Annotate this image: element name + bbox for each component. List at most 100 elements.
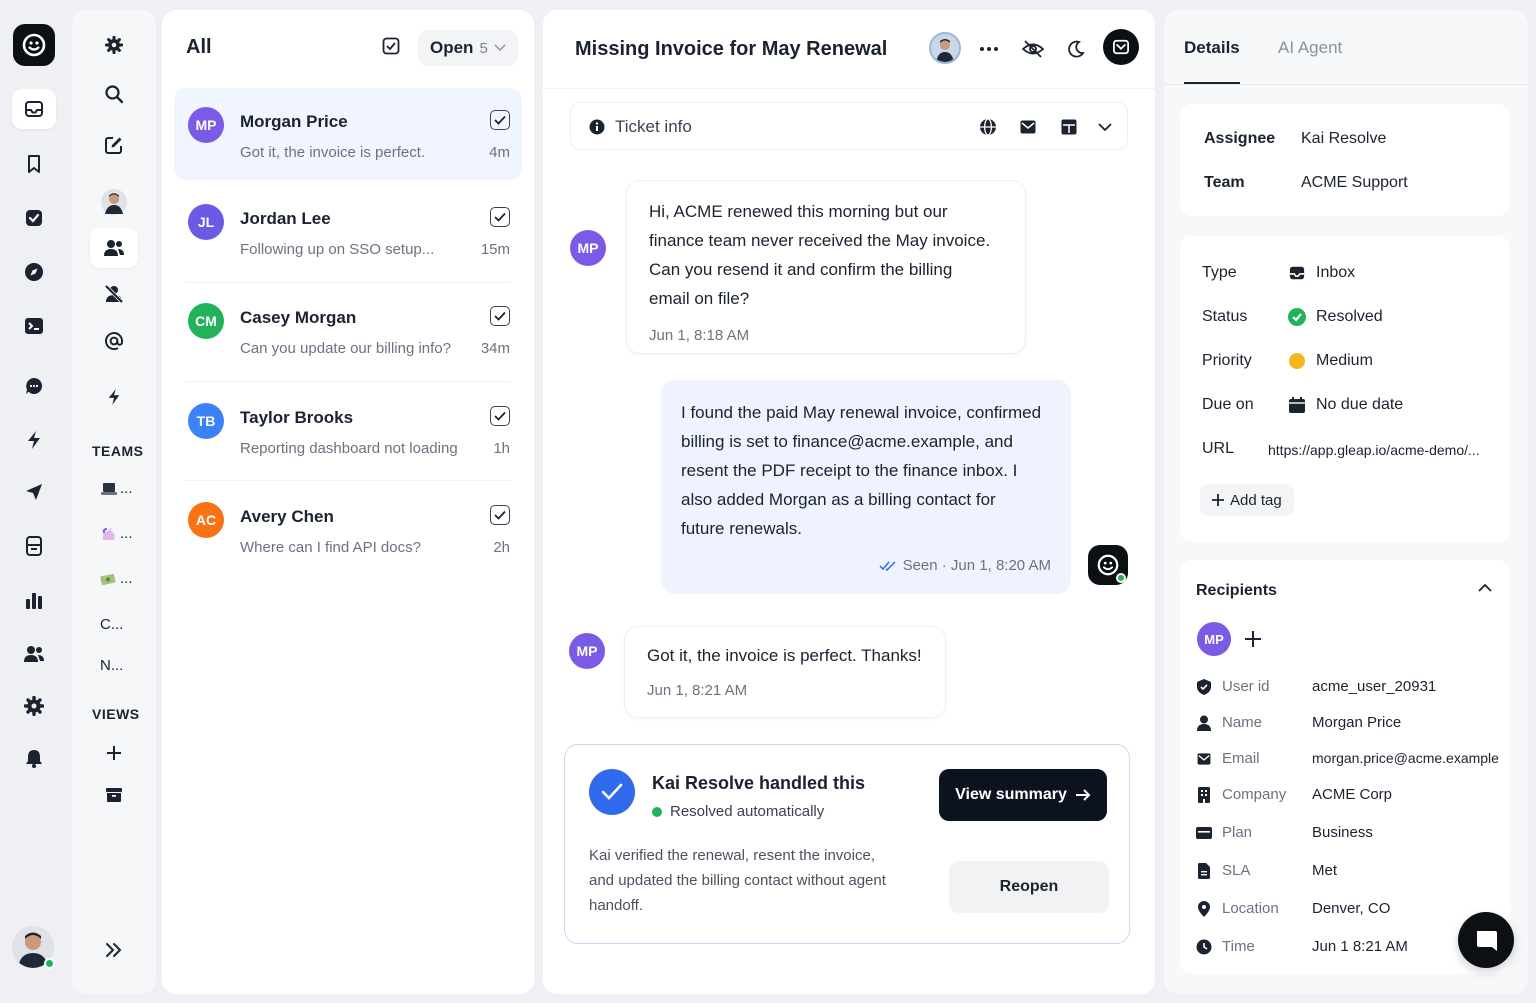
add-recipient-plus-icon[interactable] <box>1244 630 1262 648</box>
conversation-item[interactable]: JL Jordan Lee Following up on SSO setup.… <box>174 185 522 277</box>
mail-icon[interactable] <box>1016 115 1040 139</box>
compass-icon[interactable] <box>12 252 56 292</box>
recipient-field-email: Email morgan.price@acme.example <box>1196 748 1506 772</box>
resolve-checkbox-icon[interactable] <box>490 207 510 227</box>
shield-icon <box>1196 679 1212 695</box>
type-value[interactable]: Inbox <box>1288 264 1355 282</box>
recipients-title: Recipients <box>1196 582 1277 599</box>
conversation-item[interactable]: AC Avery Chen Where can I find API docs?… <box>174 483 522 575</box>
team-item-money[interactable]: ... <box>100 570 133 587</box>
chevron-up-icon[interactable] <box>1478 584 1492 592</box>
team-value[interactable]: ACME Support <box>1301 174 1408 192</box>
money-icon <box>100 572 118 586</box>
unassigned-user-icon[interactable] <box>90 274 138 314</box>
settings-gear-icon[interactable] <box>12 686 56 726</box>
team-item-n[interactable]: N... <box>100 657 123 674</box>
bolt-icon[interactable] <box>90 377 138 417</box>
inbox-icon <box>1288 265 1306 281</box>
ticket-info-bar[interactable]: Ticket info <box>570 102 1128 150</box>
chevron-down-icon[interactable] <box>1093 115 1117 139</box>
users-icon[interactable] <box>12 634 56 674</box>
bolt-icon[interactable] <box>12 420 56 460</box>
conversation-preview: Got it, the invoice is perfect. <box>240 144 426 161</box>
expand-chevrons-icon[interactable] <box>90 930 138 970</box>
add-view-plus-icon[interactable] <box>90 733 138 773</box>
bar-chart-icon[interactable] <box>12 580 56 620</box>
status-value[interactable]: Resolved <box>1288 308 1383 326</box>
priority-value[interactable]: Medium <box>1288 352 1373 370</box>
globe-icon[interactable] <box>976 115 1000 139</box>
bell-icon[interactable] <box>12 738 56 778</box>
online-status-indicator <box>44 958 55 969</box>
list-title: All <box>186 36 212 58</box>
resolve-checkbox-icon[interactable] <box>490 505 510 525</box>
due-value[interactable]: No due date <box>1288 396 1403 414</box>
user-icon <box>1196 715 1212 731</box>
resolve-checkbox-icon[interactable] <box>490 406 510 426</box>
gear-icon[interactable] <box>90 25 138 65</box>
chevron-down-icon <box>494 44 506 52</box>
snooze-moon-icon[interactable] <box>1061 34 1091 64</box>
inbox-icon[interactable] <box>12 89 56 129</box>
layout-grid-icon[interactable] <box>1057 115 1081 139</box>
select-all-checkbox-icon[interactable] <box>382 37 400 55</box>
avatar: TB <box>188 403 224 439</box>
unicorn-icon <box>100 526 118 542</box>
my-avatar-filter[interactable] <box>90 182 138 222</box>
team-users-icon[interactable] <box>90 228 138 268</box>
message-line: also added Morgan as a billing contact f… <box>681 490 996 509</box>
compose-icon[interactable] <box>90 125 138 165</box>
assignment-card: Assignee Kai Resolve Team ACME Support <box>1180 104 1510 216</box>
view-summary-button[interactable]: View summary <box>939 769 1107 821</box>
send-icon[interactable] <box>12 472 56 512</box>
conversation-name: Avery Chen <box>240 507 334 526</box>
add-tag-button[interactable]: Add tag <box>1200 484 1294 516</box>
resolution-subtitle: Resolved automatically <box>652 803 824 820</box>
message-time: Jun 1, 8:21 AM <box>647 682 748 699</box>
app-logo-icon[interactable] <box>13 24 55 66</box>
team-item-laptop[interactable]: ... <box>100 480 133 497</box>
conversation-name: Taylor Brooks <box>240 408 354 427</box>
resolve-checkbox-icon[interactable] <box>490 306 510 326</box>
customer-avatar: MP <box>569 633 605 669</box>
reopen-button[interactable]: Reopen <box>949 861 1109 913</box>
priority-label: Priority <box>1202 352 1252 369</box>
mention-icon[interactable] <box>90 321 138 361</box>
team-item-c[interactable]: C... <box>100 616 123 633</box>
avatar: MP <box>188 107 224 143</box>
document-icon[interactable] <box>12 526 56 566</box>
close-ticket-icon[interactable] <box>1103 29 1139 65</box>
search-icon[interactable] <box>90 74 138 114</box>
eye-off-icon[interactable] <box>1018 34 1048 64</box>
terminal-icon[interactable] <box>12 306 56 346</box>
filter-count: 5 <box>479 39 488 57</box>
bookmark-icon[interactable] <box>12 144 56 184</box>
ticket-panel: Missing Invoice for May Renewal Ticket i… <box>543 10 1155 994</box>
assignee-value[interactable]: Kai Resolve <box>1301 130 1386 148</box>
tab-ai-agent[interactable]: AI Agent <box>1278 38 1342 58</box>
ticket-info-label: Ticket info <box>615 117 692 136</box>
tab-details[interactable]: Details <box>1184 38 1240 58</box>
task-check-icon[interactable] <box>12 198 56 238</box>
conversation-preview: Where can I find API docs? <box>240 539 421 556</box>
team-label: Team <box>1204 174 1245 191</box>
resolve-checkbox-icon[interactable] <box>490 110 510 130</box>
avatar: CM <box>188 303 224 339</box>
team-item-unicorn[interactable]: ... <box>100 525 133 542</box>
more-options-icon[interactable] <box>974 34 1004 64</box>
chat-launcher-button[interactable] <box>1458 912 1514 968</box>
plus-icon <box>1212 494 1224 506</box>
chat-bubble-icon[interactable] <box>12 366 56 406</box>
message-line: billing is set to finance@acme.example, … <box>681 432 1013 451</box>
conversation-preview: Can you update our billing info? <box>240 340 451 357</box>
conversation-item[interactable]: MP Morgan Price Got it, the invoice is p… <box>174 88 522 180</box>
status-filter-dropdown[interactable]: Open 5 <box>418 30 518 66</box>
conversation-item[interactable]: CM Casey Morgan Can you update our billi… <box>174 284 522 376</box>
recipient-avatar[interactable]: MP <box>1197 622 1231 656</box>
archive-icon[interactable] <box>90 775 138 815</box>
customer-avatar: MP <box>570 230 606 266</box>
assignee-avatar[interactable] <box>929 32 961 64</box>
divider <box>186 480 510 481</box>
conversation-item[interactable]: TB Taylor Brooks Reporting dashboard not… <box>174 384 522 476</box>
url-link[interactable]: https://app.gleap.io/acme-demo/... <box>1268 442 1480 458</box>
